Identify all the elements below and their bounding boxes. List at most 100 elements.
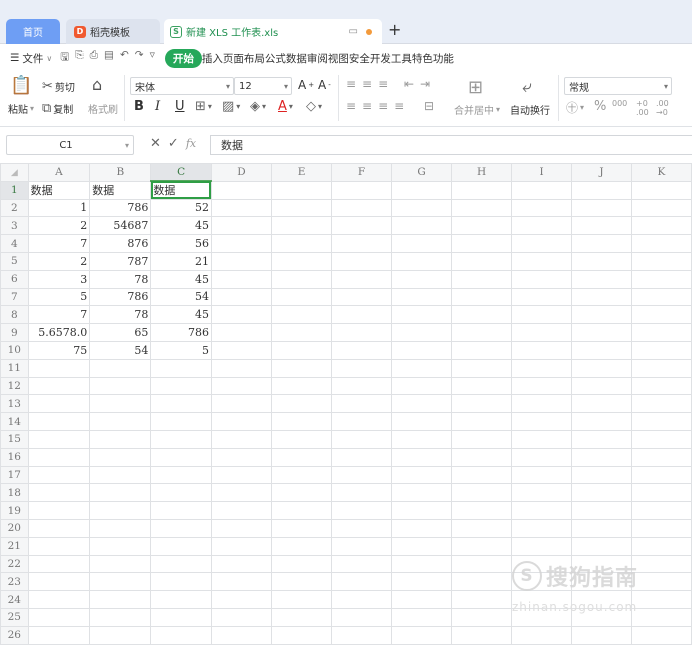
paste-button[interactable]: 粘贴 ▾ — [8, 101, 34, 116]
row-header[interactable]: 16 — [0, 447, 29, 467]
cell-D14[interactable] — [210, 412, 273, 431]
cell-C21[interactable] — [150, 536, 212, 556]
cell-G12[interactable] — [391, 376, 453, 396]
cell-G8[interactable] — [391, 305, 453, 325]
row-header[interactable]: 25 — [0, 607, 29, 627]
cell-H24[interactable] — [451, 590, 513, 609]
row-header[interactable]: 19 — [0, 501, 29, 520]
indent-icons[interactable]: ⇤⇥ — [404, 77, 436, 91]
cell-D15[interactable] — [210, 429, 273, 449]
font-name-select[interactable]: 宋体 ▾ — [130, 77, 234, 95]
cell-D26[interactable] — [210, 625, 273, 645]
cell-F11[interactable] — [331, 358, 393, 378]
cell-H3[interactable] — [451, 216, 513, 236]
merge-center-button[interactable]: 合并居中 ▾ — [454, 102, 500, 117]
font-color-icon[interactable]: A ▾ — [278, 99, 293, 114]
cell-K7[interactable] — [630, 287, 692, 307]
cell-F8[interactable] — [331, 305, 393, 325]
cell-A4[interactable]: 7 — [27, 234, 91, 253]
cell-E14[interactable] — [271, 412, 333, 431]
row-header[interactable]: 10 — [0, 340, 29, 360]
cell-K6[interactable] — [630, 269, 692, 289]
cut-button[interactable]: ✂ 剪切 — [42, 79, 75, 94]
cell-D11[interactable] — [210, 358, 273, 378]
insert-function-icon[interactable]: fx — [186, 137, 196, 150]
cell-F6[interactable] — [331, 269, 393, 289]
cell-G17[interactable] — [391, 465, 453, 485]
cell-H11[interactable] — [451, 358, 513, 378]
row-header[interactable]: 8 — [0, 305, 29, 325]
cell-E21[interactable] — [271, 536, 333, 556]
cell-A12[interactable] — [27, 376, 91, 396]
cell-K5[interactable] — [630, 251, 692, 271]
cell-B5[interactable]: 787 — [89, 251, 152, 271]
formula-input[interactable]: 数据 — [210, 135, 692, 155]
cell-G6[interactable] — [391, 269, 453, 289]
cell-F4[interactable] — [331, 234, 393, 253]
cell-E11[interactable] — [271, 358, 333, 378]
cell-G14[interactable] — [391, 412, 453, 431]
row-header[interactable]: 14 — [0, 412, 29, 431]
menu-data[interactable]: 数据 — [286, 51, 307, 66]
cell-G9[interactable] — [391, 323, 453, 342]
cell-C4[interactable]: 56 — [150, 234, 212, 253]
cell-J18[interactable] — [571, 483, 632, 503]
cell-F12[interactable] — [331, 376, 393, 396]
cell-F18[interactable] — [331, 483, 393, 503]
cell-K24[interactable] — [630, 590, 692, 609]
cell-A17[interactable] — [27, 465, 91, 485]
cell-G15[interactable] — [391, 429, 453, 449]
row-header[interactable]: 22 — [0, 554, 29, 574]
cell-D3[interactable] — [210, 216, 273, 236]
column-header[interactable]: H — [451, 163, 513, 182]
cell-K16[interactable] — [630, 447, 692, 467]
cell-B15[interactable] — [89, 429, 152, 449]
cell-H20[interactable] — [451, 518, 513, 538]
cell-I3[interactable] — [511, 216, 573, 236]
cell-D19[interactable] — [210, 501, 273, 520]
cell-B7[interactable]: 786 — [89, 287, 152, 307]
merge-center-icon[interactable]: ⊞ — [468, 77, 483, 98]
cell-D17[interactable] — [210, 465, 273, 485]
cell-I20[interactable] — [511, 518, 573, 538]
fill-color-icon[interactable]: ◈ ▾ — [250, 99, 266, 114]
cell-K23[interactable] — [630, 572, 692, 592]
cell-E13[interactable] — [271, 394, 333, 414]
cell-J7[interactable] — [571, 287, 632, 307]
menu-insert[interactable]: 插入 — [202, 51, 223, 66]
cell-H22[interactable] — [451, 554, 513, 574]
cell-E20[interactable] — [271, 518, 333, 538]
cell-E23[interactable] — [271, 572, 333, 592]
cell-B21[interactable] — [89, 536, 152, 556]
cell-G20[interactable] — [391, 518, 453, 538]
name-box[interactable]: C1 ▾ — [6, 135, 134, 155]
cell-H12[interactable] — [451, 376, 513, 396]
cell-J9[interactable] — [571, 323, 632, 342]
cell-E16[interactable] — [271, 447, 333, 467]
cell-F16[interactable] — [331, 447, 393, 467]
distribute-icon[interactable]: ⊟ — [424, 99, 434, 113]
cell-E18[interactable] — [271, 483, 333, 503]
cell-J3[interactable] — [571, 216, 632, 236]
cell-C6[interactable]: 45 — [150, 269, 212, 289]
cell-F21[interactable] — [331, 536, 393, 556]
cell-H7[interactable] — [451, 287, 513, 307]
cell-K12[interactable] — [630, 376, 692, 396]
cell-D2[interactable] — [210, 198, 273, 218]
cell-H9[interactable] — [451, 323, 513, 342]
menu-special-features[interactable]: 特色功能 — [412, 51, 454, 66]
cell-E7[interactable] — [271, 287, 333, 307]
cell-K3[interactable] — [630, 216, 692, 236]
cell-K15[interactable] — [630, 429, 692, 449]
cell-I15[interactable] — [511, 429, 573, 449]
cell-G19[interactable] — [391, 501, 453, 520]
cell-K14[interactable] — [630, 412, 692, 431]
cell-E26[interactable] — [271, 625, 333, 645]
increase-decimal-icon[interactable]: +0.00 — [636, 99, 649, 117]
cell-I21[interactable] — [511, 536, 573, 556]
cell-C15[interactable] — [150, 429, 212, 449]
cell-B8[interactable]: 78 — [89, 305, 152, 325]
row-header[interactable]: 13 — [0, 394, 29, 414]
cell-D10[interactable] — [210, 340, 273, 360]
cell-H26[interactable] — [451, 625, 513, 645]
